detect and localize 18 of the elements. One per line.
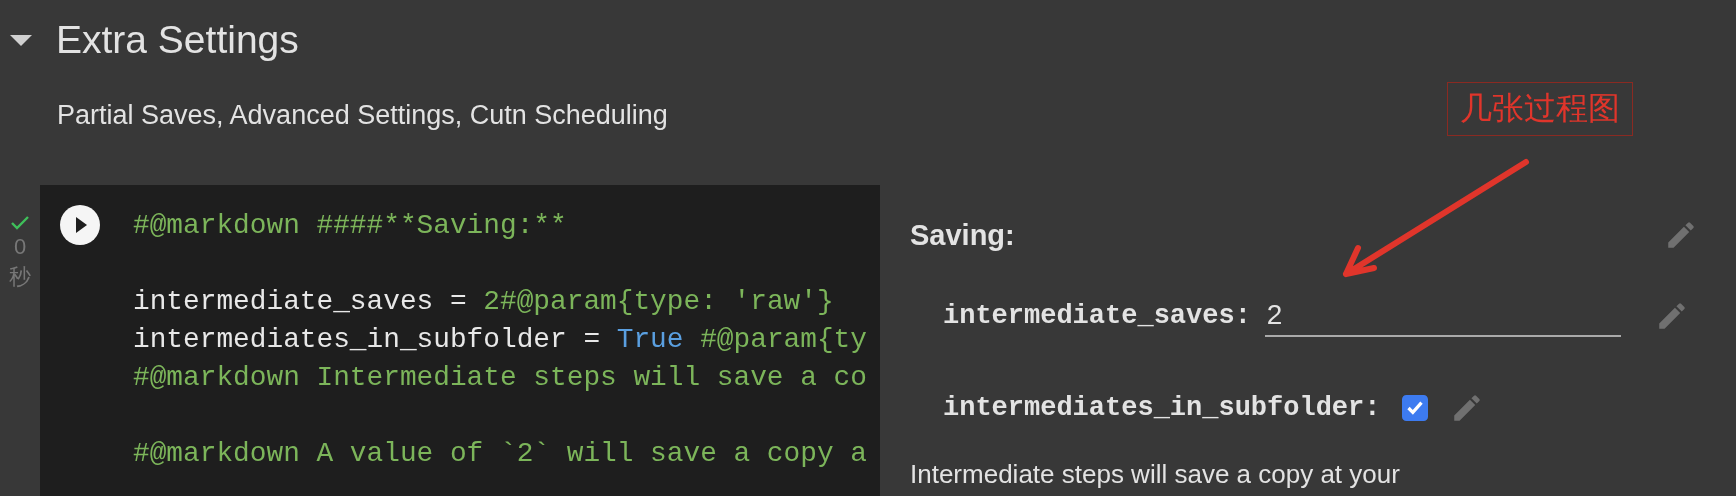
- code-line: intermediate_saves = 2#@param{type: 'raw'}: [133, 285, 834, 319]
- form-heading: Saving:: [910, 218, 1015, 252]
- field-label: intermediates_in_subfolder:: [943, 393, 1381, 423]
- code-line: #@markdown A value of `2` will save a copy a: [133, 437, 867, 471]
- section-description: Partial Saves, Advanced Settings, Cutn Scheduling: [57, 99, 668, 132]
- field-label: intermediate_saves:: [943, 301, 1251, 331]
- checkbox[interactable]: [1402, 395, 1429, 421]
- code-line: #@markdown ####**Saving:**: [133, 209, 567, 243]
- duration-unit: 秒: [9, 263, 31, 291]
- section-title: Extra Settings: [56, 18, 299, 62]
- run-duration: 0: [13, 233, 27, 261]
- text-field[interactable]: 2: [1264, 295, 1621, 337]
- run-button[interactable]: [60, 205, 100, 245]
- annotation-label: 几张过程图: [1447, 82, 1633, 136]
- code-line: #@markdown Intermediate steps will save a co: [133, 361, 867, 395]
- form-note: Intermediate steps will save a copy at your: [910, 458, 1400, 490]
- code-line: intermediates_in_subfolder = True #@param{ty: [133, 323, 867, 357]
- collapse-caret-icon[interactable]: [10, 34, 32, 46]
